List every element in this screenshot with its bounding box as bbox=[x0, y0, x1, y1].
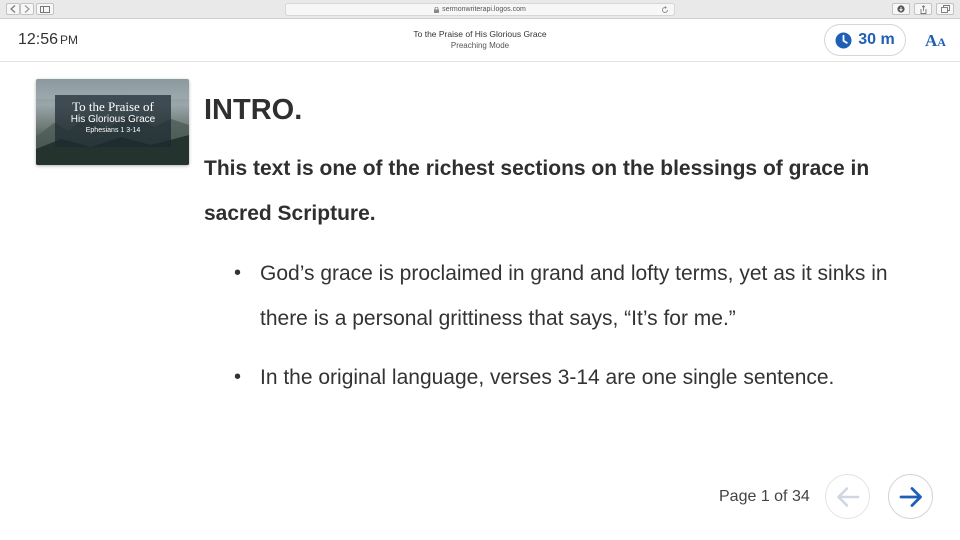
thumbnail-title: To the Praise of bbox=[72, 99, 154, 114]
thumbnail-reference: Ephesians 1 3-14 bbox=[85, 127, 141, 134]
address-bar[interactable]: sermonwriterapi.logos.com bbox=[285, 3, 675, 16]
clock-icon bbox=[835, 32, 852, 48]
mode-label: Preaching Mode bbox=[450, 41, 510, 50]
downloads-button[interactable] bbox=[892, 3, 910, 15]
clock: 12:56 PM bbox=[18, 31, 78, 49]
forward-button[interactable] bbox=[20, 3, 34, 15]
share-button[interactable] bbox=[914, 3, 932, 15]
sidebar-toggle-button[interactable] bbox=[36, 3, 54, 15]
app-header: 12:56 PM To the Praise of His Glorious Gr… bbox=[0, 19, 960, 62]
sermon-title: To the Praise of His Glorious Grace bbox=[413, 29, 547, 39]
share-icon bbox=[920, 4, 926, 14]
thumbnail-caption: To the Praise of His Glorious Grace Ephe… bbox=[55, 95, 171, 147]
bullet-list: • God’s grace is proclaimed in grand and… bbox=[204, 251, 924, 400]
bullet-text: God’s grace is proclaimed in grand and l… bbox=[260, 262, 888, 330]
back-button[interactable] bbox=[6, 3, 20, 15]
sermon-content: INTRO. This text is one of the richest s… bbox=[204, 90, 924, 414]
reload-icon[interactable] bbox=[661, 6, 669, 14]
bullet-marker: • bbox=[234, 366, 242, 388]
timer-value: 30 m bbox=[858, 31, 895, 48]
clock-ampm: PM bbox=[60, 33, 79, 47]
page-indicator: Page 1 of 34 bbox=[719, 488, 810, 505]
header-title-block: To the Praise of His Glorious Grace Prea… bbox=[330, 29, 630, 51]
browser-nav-group bbox=[6, 3, 34, 15]
font-size-icon-large: A bbox=[925, 31, 938, 50]
download-icon bbox=[897, 5, 905, 13]
thumbnail-subtitle: His Glorious Grace bbox=[70, 114, 156, 125]
browser-right-group bbox=[892, 3, 954, 15]
bullet-marker: • bbox=[234, 262, 242, 284]
list-item: • God’s grace is proclaimed in grand and… bbox=[204, 251, 924, 341]
bullet-text: In the original language, verses 3-14 ar… bbox=[260, 366, 835, 389]
timer-button[interactable]: 30 m bbox=[824, 24, 906, 56]
tabs-icon bbox=[940, 5, 950, 13]
lock-icon bbox=[434, 6, 440, 13]
section-heading: INTRO. bbox=[204, 94, 303, 126]
browser-toolbar: sermonwriterapi.logos.com bbox=[0, 0, 960, 19]
previous-page-button[interactable] bbox=[825, 474, 870, 519]
clock-time: 12:56 bbox=[18, 31, 59, 48]
url-text: sermonwriterapi.logos.com bbox=[442, 6, 526, 13]
chevron-right-icon bbox=[24, 5, 30, 13]
arrow-left-icon bbox=[836, 486, 859, 507]
intro-paragraph: This text is one of the richest sections… bbox=[204, 157, 870, 225]
tabs-button[interactable] bbox=[936, 3, 954, 15]
font-size-icon-small: A bbox=[937, 35, 946, 49]
slide-thumbnail[interactable]: To the Praise of His Glorious Grace Ephe… bbox=[36, 79, 189, 165]
next-page-button[interactable] bbox=[888, 474, 933, 519]
sidebar-icon bbox=[40, 5, 50, 13]
list-item: • In the original language, verses 3-14 … bbox=[204, 355, 924, 400]
font-size-button[interactable]: AA bbox=[925, 31, 946, 51]
chevron-left-icon bbox=[10, 5, 16, 13]
arrow-right-icon bbox=[899, 486, 922, 507]
